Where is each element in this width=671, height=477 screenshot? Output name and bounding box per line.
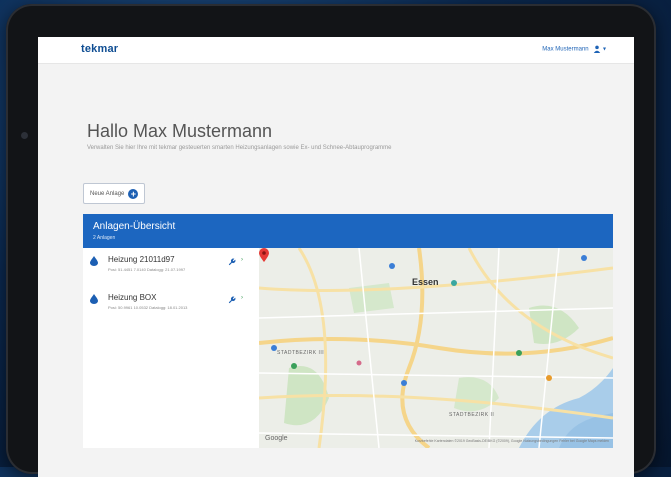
wrench-icon[interactable] xyxy=(228,296,236,304)
installation-list: Heizung 21011d97 Posi: 51.4451 7.0140 Da… xyxy=(83,248,259,448)
chevron-right-icon[interactable]: › xyxy=(241,295,243,301)
item-name: Heizung BOX xyxy=(108,293,157,302)
wrench-icon[interactable] xyxy=(228,258,236,266)
flame-icon xyxy=(90,294,98,304)
user-menu[interactable]: Max Mustermann ▾ xyxy=(542,45,606,53)
map-pin-icon[interactable] xyxy=(259,248,269,262)
district-label: STADTBEZIRK III xyxy=(277,350,325,356)
chevron-down-icon: ▾ xyxy=(602,46,606,53)
item-meta: Posi: 51.4451 7.0140 Datalogg: 21.07.199… xyxy=(108,267,186,272)
app-screen: tekmar Max Mustermann ▾ Hallo Max Muster… xyxy=(38,37,634,477)
new-installation-label: Neue Anlage xyxy=(90,190,125,197)
page-subtitle: Verwalten Sie hier Ihre mit tekmar geste… xyxy=(87,145,392,151)
camera-dot xyxy=(21,132,28,139)
flame-icon xyxy=(90,256,98,266)
page-title: Hallo Max Mustermann xyxy=(87,121,273,141)
plus-icon: + xyxy=(128,188,139,199)
google-logo: Google xyxy=(265,435,288,442)
district-label: STADTBEZIRK II xyxy=(449,412,495,418)
user-name: Max Mustermann xyxy=(542,46,589,53)
chevron-right-icon[interactable]: › xyxy=(241,257,243,263)
overview-header: Anlagen-Übersicht 2 Anlagen xyxy=(83,214,613,248)
user-icon xyxy=(594,45,601,53)
overview-count: 2 Anlagen xyxy=(93,235,116,241)
item-meta: Posi: 50.9961 10.0532 Datalogg: 18.01.20… xyxy=(108,305,188,310)
overview-title: Anlagen-Übersicht xyxy=(93,221,176,232)
list-item[interactable]: Heizung BOX Posi: 50.9961 10.0532 Datalo… xyxy=(83,288,259,320)
list-item[interactable]: Heizung 21011d97 Posi: 51.4451 7.0140 Da… xyxy=(83,250,259,282)
new-installation-button[interactable]: Neue Anlage + xyxy=(83,183,146,204)
item-name: Heizung 21011d97 xyxy=(108,255,175,264)
logo[interactable]: tekmar xyxy=(81,43,118,55)
tablet-frame: tekmar Max Mustermann ▾ Hallo Max Muster… xyxy=(6,4,656,477)
top-bar: tekmar Max Mustermann ▾ xyxy=(38,37,634,64)
map-view[interactable]: Essen STADTBEZIRK III STADTBEZIRK II Goo… xyxy=(259,248,613,448)
map-city-label: Essen xyxy=(412,277,439,287)
map-attribution[interactable]: Kurzbefehle Kartendaten ©2019 GeoBasis-D… xyxy=(415,439,609,443)
